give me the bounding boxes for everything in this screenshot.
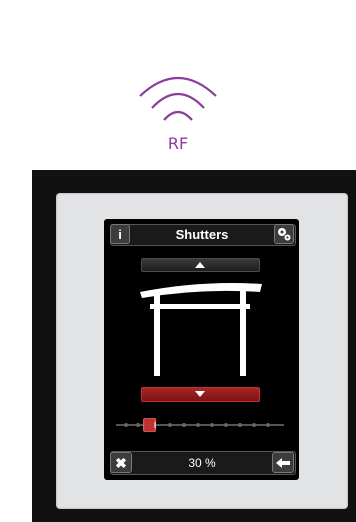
back-button[interactable] <box>272 452 294 473</box>
arrow-up-icon <box>195 262 205 268</box>
position-percent: 30 % <box>188 456 216 470</box>
page-title: Shutters <box>175 227 229 242</box>
wifi-signal-icon <box>139 76 217 121</box>
slider-thumb[interactable] <box>143 418 157 432</box>
close-button[interactable]: ✖ <box>110 452 132 473</box>
rf-label: RF <box>167 134 189 153</box>
shutter-gate-icon <box>140 283 262 376</box>
info-button[interactable]: i <box>110 224 130 244</box>
arrow-down-icon <box>195 391 205 397</box>
back-arrow-icon <box>276 458 290 468</box>
settings-button[interactable] <box>274 224 294 244</box>
position-slider[interactable] <box>114 418 286 432</box>
gear-icon <box>278 228 291 241</box>
